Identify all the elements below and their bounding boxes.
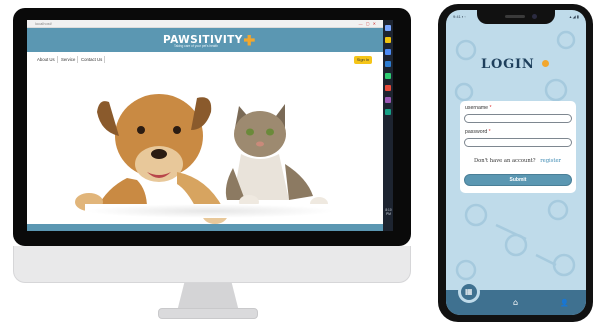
monitor-stand-neck xyxy=(177,283,239,309)
nav-contact-us[interactable]: Contact Us xyxy=(79,56,106,63)
search-icon[interactable] xyxy=(385,25,391,31)
browser-address-bar[interactable]: localhost/ — ▢ ✕ xyxy=(27,20,383,28)
site-logo[interactable]: PAWSITIVITY Taking care of your pet's he… xyxy=(163,32,255,48)
hero-pets-image xyxy=(27,68,383,224)
taskbar-clock[interactable]: 8:10 PM xyxy=(384,208,393,216)
app-icon[interactable] xyxy=(385,85,391,91)
medical-cross-icon xyxy=(243,34,255,46)
phone-bottom-nav: ▦ ⌂ 👤 xyxy=(446,281,586,315)
cat-image xyxy=(225,104,328,211)
os-taskbar: 8:10 PM xyxy=(383,20,393,231)
grid-icon: ▦ xyxy=(465,287,473,296)
camera-icon xyxy=(532,14,537,19)
username-label: username * xyxy=(465,105,492,111)
browser-url[interactable]: localhost/ xyxy=(35,21,52,26)
status-right: ▴ ◢ ▮ xyxy=(569,14,579,19)
home-icon[interactable]: ⌂ xyxy=(513,299,518,307)
username-input[interactable] xyxy=(464,114,572,123)
app-icon[interactable] xyxy=(385,109,391,115)
logo-tagline: Taking care of your pet's health xyxy=(174,44,219,48)
speaker-icon xyxy=(505,15,525,18)
taskbar-date: PM xyxy=(386,212,391,216)
site-header: PAWSITIVITY Taking care of your pet's he… xyxy=(27,28,383,52)
dog-and-cat-illustration xyxy=(75,94,328,224)
no-account-text: Don't have an account? register xyxy=(474,158,562,164)
window-controls-icon[interactable]: — ▢ ✕ xyxy=(359,21,377,26)
edge-icon[interactable] xyxy=(385,61,391,67)
nav-item-grid[interactable]: ▦ xyxy=(458,281,480,303)
login-title: LOGIN xyxy=(481,57,535,72)
hero-shadow xyxy=(85,204,335,218)
monitor-stand-base xyxy=(158,308,258,319)
nav-service[interactable]: Service xyxy=(59,56,79,63)
submit-button[interactable]: Submit xyxy=(464,174,572,186)
chrome-icon[interactable] xyxy=(385,49,391,55)
folder-icon[interactable] xyxy=(385,37,391,43)
app-icon[interactable] xyxy=(385,97,391,103)
phone-screen: 9:41 ▪ ◦ ▴ ◢ ▮ LOGIN username * password… xyxy=(446,10,586,315)
nav-about-us[interactable]: About Us xyxy=(35,56,58,63)
desktop-screen: localhost/ — ▢ ✕ PAWSITIVITY Taking care… xyxy=(27,20,393,231)
site-footer-stripe xyxy=(27,224,383,231)
user-icon[interactable]: 👤 xyxy=(560,299,569,307)
device-mockup-stage: localhost/ — ▢ ✕ PAWSITIVITY Taking care… xyxy=(0,0,596,323)
paw-icon xyxy=(542,60,549,67)
status-left: 9:41 ▪ ◦ xyxy=(453,14,466,19)
password-input[interactable] xyxy=(464,138,572,147)
site-nav: About Us Service Contact Us Sign In xyxy=(27,52,383,68)
monitor-chin xyxy=(13,246,411,283)
app-icon[interactable] xyxy=(385,73,391,79)
sign-in-button[interactable]: Sign In xyxy=(354,56,372,64)
password-label: password * xyxy=(465,129,491,135)
login-card: username * password * Don't have an acco… xyxy=(460,101,576,193)
register-link[interactable]: register xyxy=(540,158,561,164)
